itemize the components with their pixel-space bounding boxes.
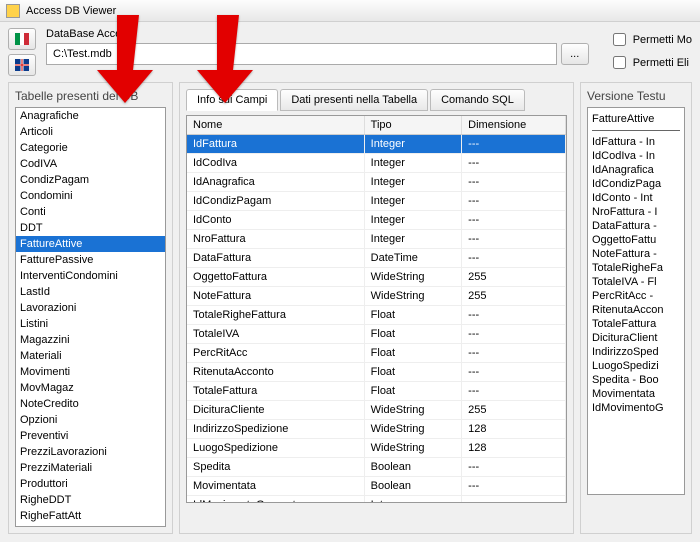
tables-list[interactable]: AnagraficheArticoliCategorieCodIVACondiz… (15, 107, 166, 527)
column-header[interactable]: Tipo (364, 116, 462, 135)
table-item[interactable]: PrezziLavorazioni (16, 444, 165, 460)
table-item[interactable]: RigheInterventiCondomini (16, 524, 165, 527)
field-row[interactable]: IdMovimentoGeneratoInteger--- (187, 496, 566, 504)
field-row[interactable]: LuogoSpedizioneWideString128 (187, 439, 566, 458)
table-item[interactable]: Materiali (16, 348, 165, 364)
table-item[interactable]: Lavorazioni (16, 300, 165, 316)
table-item[interactable]: Preventivi (16, 428, 165, 444)
column-header[interactable]: Dimensione (462, 116, 566, 135)
table-item[interactable]: CondizPagam (16, 172, 165, 188)
text-version-box: FattureAttiveIdFattura - InIdCodIva - In… (587, 107, 685, 495)
table-item[interactable]: LastId (16, 284, 165, 300)
field-row[interactable]: OggettoFatturaWideString255 (187, 268, 566, 287)
table-item[interactable]: Listini (16, 316, 165, 332)
flag-uk-icon (15, 59, 29, 71)
field-row[interactable]: MovimentataBoolean--- (187, 477, 566, 496)
permission-checkbox[interactable]: Permetti Eli (609, 53, 692, 72)
table-item[interactable]: Categorie (16, 140, 165, 156)
field-row[interactable]: IdAnagraficaInteger--- (187, 173, 566, 192)
field-row[interactable]: TotaleRigheFatturaFloat--- (187, 306, 566, 325)
flag-it-icon (15, 33, 29, 45)
table-item[interactable]: InterventiCondomini (16, 268, 165, 284)
table-item[interactable]: Articoli (16, 124, 165, 140)
table-item[interactable]: NoteCredito (16, 396, 165, 412)
field-row[interactable]: IndirizzoSpedizioneWideString128 (187, 420, 566, 439)
table-item[interactable]: Anagrafiche (16, 108, 165, 124)
browse-button[interactable]: ... (561, 43, 589, 65)
fields-grid[interactable]: NomeTipoDimensione IdFatturaInteger---Id… (186, 115, 567, 503)
text-version-title: Versione Testu (587, 89, 685, 103)
table-item[interactable]: RigheFattAtt (16, 508, 165, 524)
table-item[interactable]: PrezziMateriali (16, 460, 165, 476)
column-header[interactable]: Nome (187, 116, 364, 135)
field-row[interactable]: PercRitAccFloat--- (187, 344, 566, 363)
table-item[interactable]: RigheDDT (16, 492, 165, 508)
app-icon (6, 4, 20, 18)
field-row[interactable]: TotaleFatturaFloat--- (187, 382, 566, 401)
field-row[interactable]: IdContoInteger--- (187, 211, 566, 230)
table-item[interactable]: Movimenti (16, 364, 165, 380)
field-row[interactable]: IdFatturaInteger--- (187, 135, 566, 154)
tab[interactable]: Comando SQL (430, 89, 525, 111)
table-item[interactable]: FattureAttive (16, 236, 165, 252)
field-row[interactable]: DicituraClienteWideString255 (187, 401, 566, 420)
permission-checkbox[interactable]: Permetti Mo (609, 30, 692, 49)
field-row[interactable]: NoteFatturaWideString255 (187, 287, 566, 306)
table-item[interactable]: CodIVA (16, 156, 165, 172)
table-item[interactable]: Magazzini (16, 332, 165, 348)
field-row[interactable]: RitenutaAccontoFloat--- (187, 363, 566, 382)
annotation-arrow (95, 15, 155, 108)
table-item[interactable]: FatturePassive (16, 252, 165, 268)
table-item[interactable]: Produttori (16, 476, 165, 492)
field-row[interactable]: SpeditaBoolean--- (187, 458, 566, 477)
lang-en-button[interactable] (8, 54, 36, 76)
field-row[interactable]: DataFatturaDateTime--- (187, 249, 566, 268)
field-row[interactable]: NroFatturaInteger--- (187, 230, 566, 249)
field-row[interactable]: IdCondizPagamInteger--- (187, 192, 566, 211)
table-item[interactable]: Opzioni (16, 412, 165, 428)
field-row[interactable]: IdCodIvaInteger--- (187, 154, 566, 173)
table-item[interactable]: Conti (16, 204, 165, 220)
field-row[interactable]: TotaleIVAFloat--- (187, 325, 566, 344)
tab[interactable]: Dati presenti nella Tabella (280, 89, 428, 111)
table-item[interactable]: Condomini (16, 188, 165, 204)
table-item[interactable]: DDT (16, 220, 165, 236)
lang-it-button[interactable] (8, 28, 36, 50)
annotation-arrow (195, 15, 255, 108)
table-item[interactable]: MovMagaz (16, 380, 165, 396)
